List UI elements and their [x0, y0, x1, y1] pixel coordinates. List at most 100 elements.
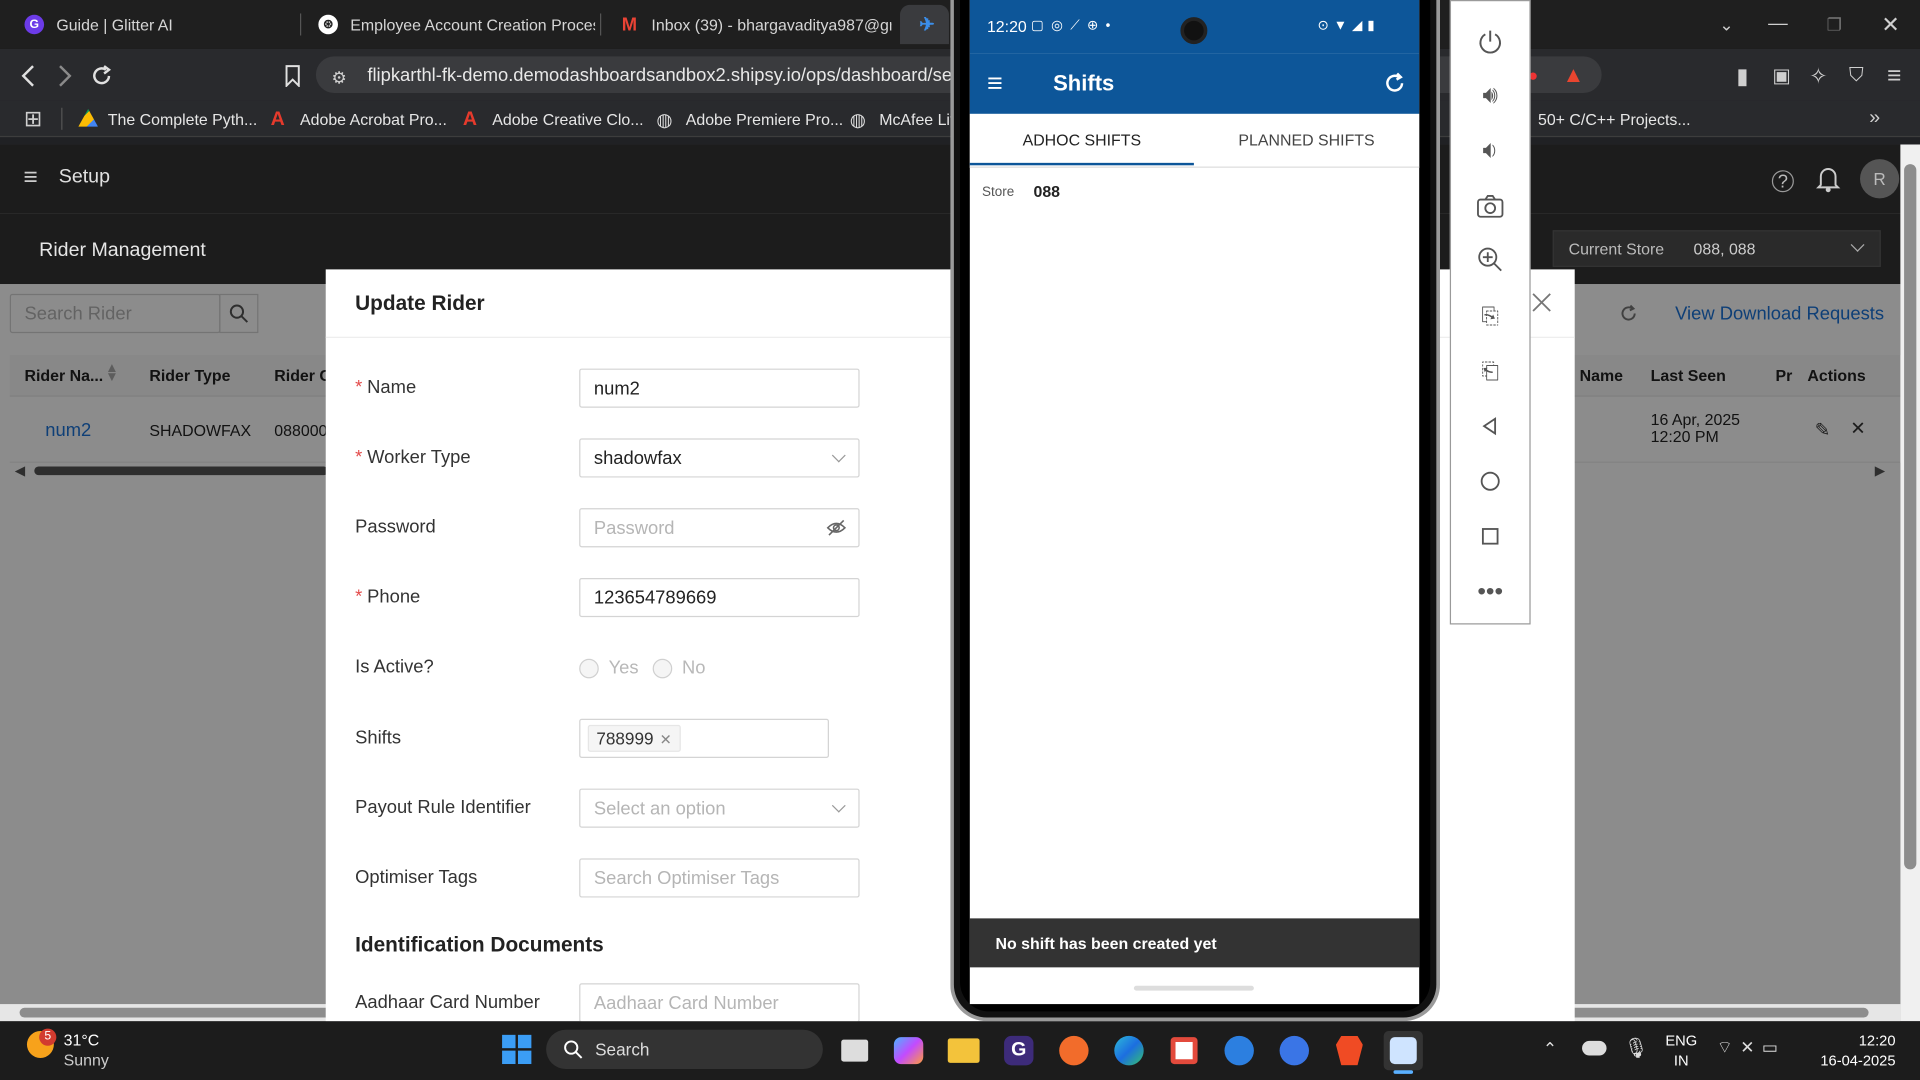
- payout-select[interactable]: Select an option: [579, 788, 860, 828]
- current-store-select[interactable]: Current Store 088, 088: [1552, 230, 1881, 267]
- aadhaar-field[interactable]: Aadhaar Card Number: [579, 983, 860, 1023]
- site-info-icon[interactable]: ⚙: [326, 64, 353, 91]
- id-docs-heading: Identification Documents: [355, 933, 604, 957]
- reload-icon[interactable]: [86, 60, 118, 92]
- help-icon[interactable]: ?: [1771, 170, 1794, 193]
- shifts-multiselect[interactable]: 788999 ✕: [579, 718, 829, 758]
- vpn-icon[interactable]: ⛉: [1840, 60, 1872, 92]
- back-icon[interactable]: [12, 60, 44, 92]
- task-view-icon[interactable]: [835, 1031, 874, 1070]
- bookmark-acrobat[interactable]: A Adobe Acrobat Pro...: [271, 108, 447, 130]
- onedrive-icon[interactable]: [1582, 1040, 1607, 1056]
- search-icon: [564, 1040, 583, 1059]
- brave-rewards-icon[interactable]: ▲: [1559, 60, 1588, 89]
- phone-app-bar: [969, 53, 1420, 114]
- avatar[interactable]: R: [1860, 159, 1900, 199]
- tab-employee-account[interactable]: ⊛ Employee Account Creation Process: [301, 5, 595, 44]
- close-window-icon[interactable]: ✕: [1876, 10, 1905, 39]
- name-field[interactable]: num2: [579, 368, 860, 408]
- bookmark-mcafee[interactable]: ◍ McAfee Liv: [850, 108, 958, 131]
- aadhaar-label: Aadhaar Card Number: [355, 991, 540, 1013]
- rotate-left-icon[interactable]: ⎘: [1476, 301, 1505, 330]
- eye-off-icon[interactable]: [826, 518, 847, 538]
- radio-no[interactable]: [652, 658, 673, 679]
- menu-icon[interactable]: ≡: [1878, 60, 1910, 92]
- radio-yes[interactable]: [579, 658, 599, 679]
- overview-nav-icon[interactable]: [1476, 522, 1505, 551]
- restore-icon[interactable]: ❐: [1820, 10, 1849, 39]
- zoom-in-icon[interactable]: [1476, 245, 1505, 274]
- tab-title: Employee Account Creation Process: [350, 15, 596, 34]
- volume-up-icon[interactable]: 🔊︎: [1476, 81, 1505, 110]
- tab-adhoc-shifts[interactable]: ADHOC SHIFTS: [970, 131, 1194, 149]
- sidebar-icon[interactable]: ▮: [1727, 60, 1759, 92]
- clock[interactable]: 12:20 16-04-2025: [1812, 1031, 1895, 1070]
- tab-planned-shifts[interactable]: PLANNED SHIFTS: [1194, 131, 1419, 149]
- worker-type-select[interactable]: shadowfax: [579, 438, 860, 478]
- bookmark-creative-cloud[interactable]: A Adobe Creative Clo...: [463, 108, 644, 130]
- volume-down-icon[interactable]: 🔉︎: [1476, 136, 1505, 165]
- file-explorer-icon[interactable]: [944, 1031, 983, 1070]
- brave-browser-icon[interactable]: [1330, 1031, 1369, 1070]
- more-icon[interactable]: •••: [1476, 577, 1505, 606]
- bell-icon[interactable]: [1815, 164, 1842, 193]
- bookmark-python[interactable]: The Complete Pyth...: [78, 108, 257, 130]
- adobe-icon: A: [270, 108, 285, 130]
- tab-search-icon[interactable]: ⌄: [1712, 10, 1741, 39]
- taskbar-search[interactable]: Search: [546, 1029, 823, 1069]
- bookmark-premiere[interactable]: ◍ Adobe Premiere Pro...: [656, 108, 843, 132]
- page-scroll-thumb[interactable]: [1904, 164, 1917, 870]
- camera-icon[interactable]: [1476, 191, 1505, 220]
- home-nav-icon[interactable]: [1476, 467, 1505, 496]
- bookmark-cpp-projects[interactable]: 50+ C/C++ Projects...: [1538, 108, 1691, 130]
- wallet-icon[interactable]: ▣: [1766, 60, 1798, 92]
- windows-start-icon[interactable]: [502, 1034, 532, 1065]
- tab-glitter[interactable]: G Guide | Glitter AI: [7, 5, 296, 44]
- chevron-down-icon: [831, 798, 846, 813]
- tag-close-icon[interactable]: ✕: [660, 731, 672, 748]
- weather-badge: 5: [39, 1028, 57, 1046]
- forward-icon[interactable]: [49, 60, 81, 92]
- hamburger-icon[interactable]: ≡: [17, 163, 44, 191]
- brave-shortcut-icon[interactable]: [1054, 1031, 1093, 1070]
- glitter-icon: G: [24, 14, 45, 35]
- glitter-app-icon[interactable]: G: [999, 1031, 1038, 1070]
- optimiser-tags-input[interactable]: Search Optimiser Tags: [579, 858, 860, 898]
- more-bookmarks-icon[interactable]: »: [1861, 105, 1888, 132]
- globe-icon: ◍: [656, 110, 673, 132]
- signal-icons: ⊙▼◢▮: [1317, 18, 1380, 34]
- power-icon[interactable]: [1476, 27, 1505, 56]
- weather-desc: Sunny: [63, 1050, 109, 1069]
- drive-icon: [78, 108, 98, 127]
- phone-field[interactable]: 123654789669: [579, 577, 860, 618]
- leo-ai-icon[interactable]: ✧: [1802, 60, 1834, 92]
- setup-label: Setup: [58, 166, 110, 188]
- android-studio-icon[interactable]: [1383, 1031, 1423, 1071]
- phone-home-indicator[interactable]: [1133, 985, 1254, 991]
- minimize-icon[interactable]: —: [1763, 10, 1792, 39]
- phone-label: * Phone: [355, 586, 421, 608]
- active-tab-indicator: [969, 162, 1194, 166]
- shifts-label: Shifts: [355, 727, 402, 749]
- language-indicator[interactable]: ENG IN: [1665, 1031, 1697, 1070]
- phone-menu-icon[interactable]: ≡: [987, 69, 1003, 97]
- tab-active[interactable]: ✈: [900, 4, 949, 45]
- app-icon-c[interactable]: [1220, 1031, 1259, 1070]
- tab-gmail[interactable]: M Inbox (39) - bhargavaditya987@gm: [602, 5, 892, 44]
- modal-close-icon[interactable]: [1531, 291, 1553, 313]
- phone-refresh-icon[interactable]: [1384, 72, 1406, 94]
- password-field[interactable]: Password: [579, 508, 860, 548]
- microphone-icon[interactable]: 🎙︎: [1624, 1036, 1649, 1060]
- store-icon[interactable]: [1164, 1031, 1203, 1070]
- status-icons: ▢◎⟋⊕•: [1031, 18, 1118, 34]
- rotate-right-icon[interactable]: ⎗: [1476, 356, 1505, 385]
- bookmark-icon[interactable]: [277, 60, 309, 92]
- is-active-label: Is Active?: [355, 656, 434, 678]
- copilot-icon[interactable]: [889, 1031, 928, 1070]
- apps-icon[interactable]: ⊞: [20, 105, 47, 132]
- wifi-volume-battery-icons[interactable]: ⌔✕▭: [1717, 1037, 1786, 1059]
- back-nav-icon[interactable]: [1476, 411, 1505, 440]
- app-icon-sync[interactable]: [1275, 1031, 1314, 1070]
- edge-icon[interactable]: [1109, 1031, 1148, 1070]
- tray-chevron-icon[interactable]: ⌃: [1543, 1038, 1557, 1059]
